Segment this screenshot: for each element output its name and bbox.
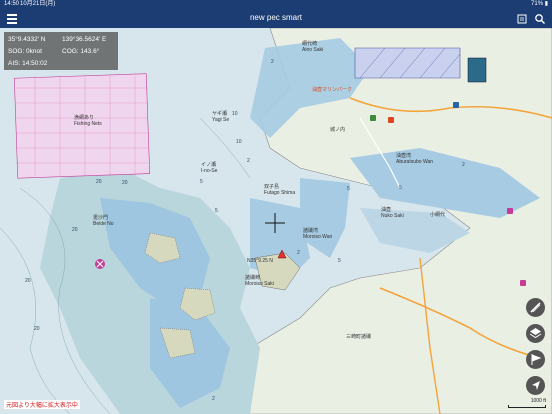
poi-marker[interactable]: [520, 280, 526, 286]
label-bishamon: 毘沙門 Beide No: [93, 215, 114, 227]
route-button[interactable]: [526, 350, 545, 369]
status-bar: 14:50 10月21日(月) 71% ▮: [0, 0, 552, 8]
poi-marker[interactable]: [507, 208, 513, 214]
route-flag-icon: [531, 354, 542, 365]
ruler-icon: [530, 302, 541, 313]
chart-canvas: [0, 28, 552, 414]
longitude: 139°36.5624' E: [62, 36, 107, 43]
depth-sounding: 20: [25, 278, 31, 284]
depth-sounding: 20: [72, 227, 78, 233]
label-futago-shima: 双子島 Futago Shima: [264, 184, 296, 196]
book-icon: [517, 14, 527, 24]
label-moroiso-wan: 諸磯湾 Moroiso Wan: [303, 228, 333, 240]
ruler-button[interactable]: [526, 298, 545, 317]
label-aburatsubo-wan: 油壺湾 Aburatsubo Wan: [396, 153, 434, 165]
depth-sounding: 2: [247, 158, 250, 164]
book-button[interactable]: [516, 12, 528, 24]
app-title: new pec smart: [249, 13, 303, 22]
depth-sounding: 5: [200, 179, 203, 185]
label-jonai: 城ノ内: [330, 127, 346, 133]
layers-icon: [529, 328, 542, 339]
label-misaki: 三崎町諸磯: [346, 334, 372, 340]
label-moroiso-saki: 諸磯崎 Moroiso Saki: [245, 275, 274, 287]
navigate-arrow-icon: [532, 381, 540, 390]
label-koajiro: 小網代: [430, 212, 446, 218]
navigate-button[interactable]: [526, 376, 545, 395]
depth-sounding: 10: [232, 111, 238, 117]
depth-sounding: 2: [271, 59, 274, 65]
search-icon: [535, 14, 546, 25]
zoom-warning: 元図より大幅に拡大表示中: [4, 400, 80, 409]
position-info-panel: 35°9.4332' N 139°36.5624' E SOG: 0knot C…: [4, 32, 118, 70]
label-marine-park: 油壺マリンパーク: [312, 87, 353, 93]
label-i-no-se: イノ瀬 I-no-Se: [201, 162, 218, 174]
depth-sounding: 5: [399, 185, 402, 191]
poi-marker[interactable]: [370, 115, 376, 121]
ais-time: AIS: 14:50:02: [8, 60, 48, 67]
poi-marker[interactable]: [453, 102, 459, 108]
depth-sounding: 2: [297, 250, 300, 256]
scale-line: [508, 405, 546, 408]
latitude: 35°9.4332' N: [8, 36, 46, 43]
depth-sounding: 20: [34, 326, 40, 332]
label-fishing-nets: 漁網あり Fishing Nets: [74, 115, 102, 127]
scale-label: 1000 ft: [530, 398, 546, 404]
status-date: 10月21日(月): [20, 1, 56, 7]
layers-button[interactable]: [526, 324, 545, 343]
battery-indicator: 71% ▮: [531, 1, 548, 7]
status-time: 14:50: [4, 1, 20, 7]
scale-bar: 1000 ft: [508, 398, 546, 408]
depth-sounding: 2: [462, 162, 465, 168]
depth-sounding: 2: [212, 396, 215, 402]
depth-sounding: 20: [122, 180, 128, 186]
label-nuko-saki: 油壺 Nuko Saki: [381, 207, 404, 219]
course-over-ground: COG: 143.6°: [62, 48, 100, 55]
label-yagi-se: ヤギ瀬 Yagi Se: [212, 111, 230, 123]
poi-marker[interactable]: [388, 117, 394, 123]
nautical-chart-map[interactable]: 漁網あり Fishing Nets ヤギ瀬 Yagi Se イノ瀬 I-no-S…: [0, 28, 552, 414]
navigation-bar: new pec smart: [0, 8, 552, 28]
depth-sounding: 5: [215, 208, 218, 214]
depth-sounding: 5: [338, 258, 341, 264]
label-vessel-position: N35°9.25 N: [247, 258, 273, 264]
speed-over-ground: SOG: 0knot: [8, 48, 42, 55]
depth-sounding: 5: [347, 186, 350, 192]
label-aino-saki: 網代崎 Aino Saki: [302, 41, 324, 53]
search-button[interactable]: [534, 12, 546, 25]
depth-sounding: 10: [236, 139, 242, 145]
depth-sounding: 20: [96, 179, 102, 185]
